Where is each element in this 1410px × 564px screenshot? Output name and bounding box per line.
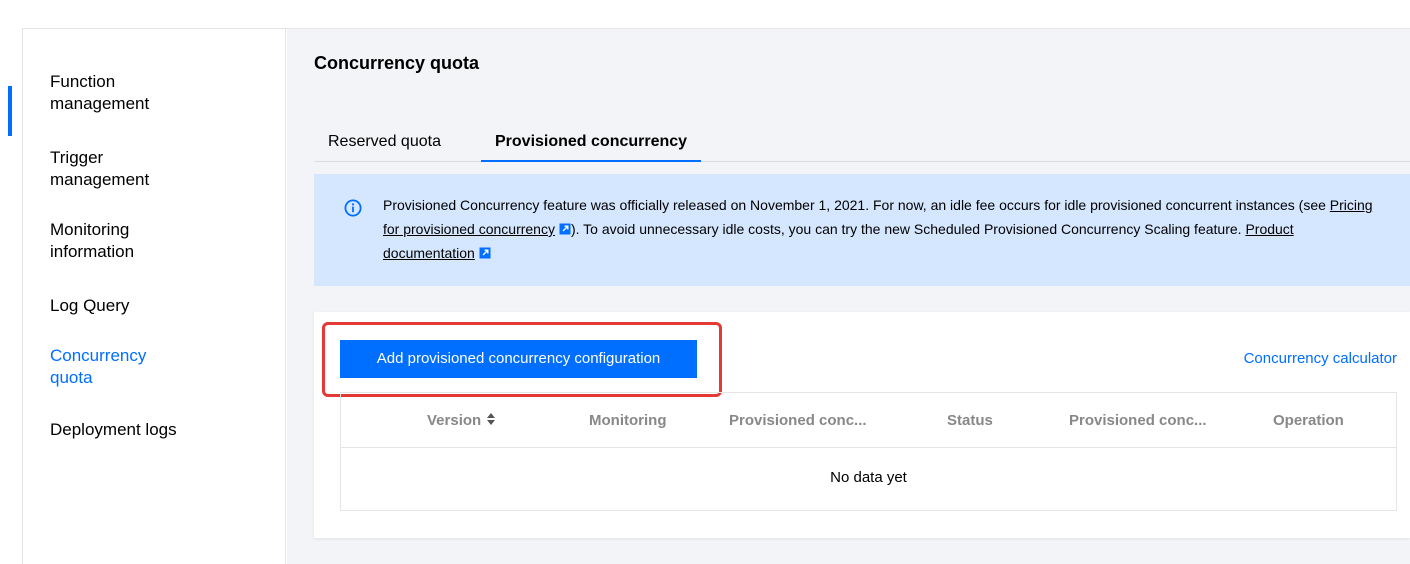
column-header-monitoring: Monitoring xyxy=(589,412,667,429)
column-header-version[interactable]: Version xyxy=(427,412,496,429)
provisioned-concurrency-card: Add provisioned concurrency configuratio… xyxy=(314,312,1410,538)
concurrency-table: Version Monitoring Provisioned conc... S… xyxy=(340,392,1397,511)
column-header-label: Version xyxy=(427,412,482,429)
column-header-operation: Operation xyxy=(1273,412,1344,429)
concurrency-calculator-link[interactable]: Concurrency calculator xyxy=(1244,350,1397,367)
notice-text-part-2: ). To avoid unnecessary idle costs, you … xyxy=(570,221,1246,237)
notice-text: Provisioned Concurrency feature was offi… xyxy=(383,193,1373,265)
empty-state-text: No data yet xyxy=(830,469,907,486)
sidebar-item-trigger-management[interactable]: Trigger management xyxy=(50,147,190,191)
main-content: Concurrency quota Reserved quota Provisi… xyxy=(287,29,1410,564)
highlight-annotation xyxy=(322,322,722,397)
external-link-icon[interactable] xyxy=(479,247,491,259)
info-icon xyxy=(344,199,362,217)
sort-icon[interactable] xyxy=(487,413,496,425)
external-link-icon[interactable] xyxy=(559,223,571,235)
table-header: Version Monitoring Provisioned conc... S… xyxy=(341,393,1396,448)
notice-text-part-1: Provisioned Concurrency feature was offi… xyxy=(383,197,1330,213)
tab-provisioned-concurrency[interactable]: Provisioned concurrency xyxy=(481,131,702,162)
info-notice: Provisioned Concurrency feature was offi… xyxy=(314,174,1410,286)
sidebar-item-deployment-logs[interactable]: Deployment logs xyxy=(50,419,250,441)
active-indicator-bar xyxy=(8,86,12,136)
column-header-provisioned-concurrency-2: Provisioned conc... xyxy=(1069,412,1207,429)
column-header-status: Status xyxy=(947,412,993,429)
sidebar-item-concurrency-quota[interactable]: Concurrency quota xyxy=(50,345,190,389)
column-header-provisioned-concurrency: Provisioned conc... xyxy=(729,412,867,429)
sidebar-item-monitoring-information[interactable]: Monitoring information xyxy=(50,219,190,263)
tab-bar: Reserved quota Provisioned concurrency xyxy=(314,131,1410,162)
tab-reserved-quota[interactable]: Reserved quota xyxy=(314,131,455,162)
page-title: Concurrency quota xyxy=(314,53,480,73)
sidebar-item-function-management[interactable]: Function management xyxy=(50,71,190,115)
sidebar: Function management Trigger management M… xyxy=(23,29,286,564)
sidebar-item-log-query[interactable]: Log Query xyxy=(50,295,230,317)
